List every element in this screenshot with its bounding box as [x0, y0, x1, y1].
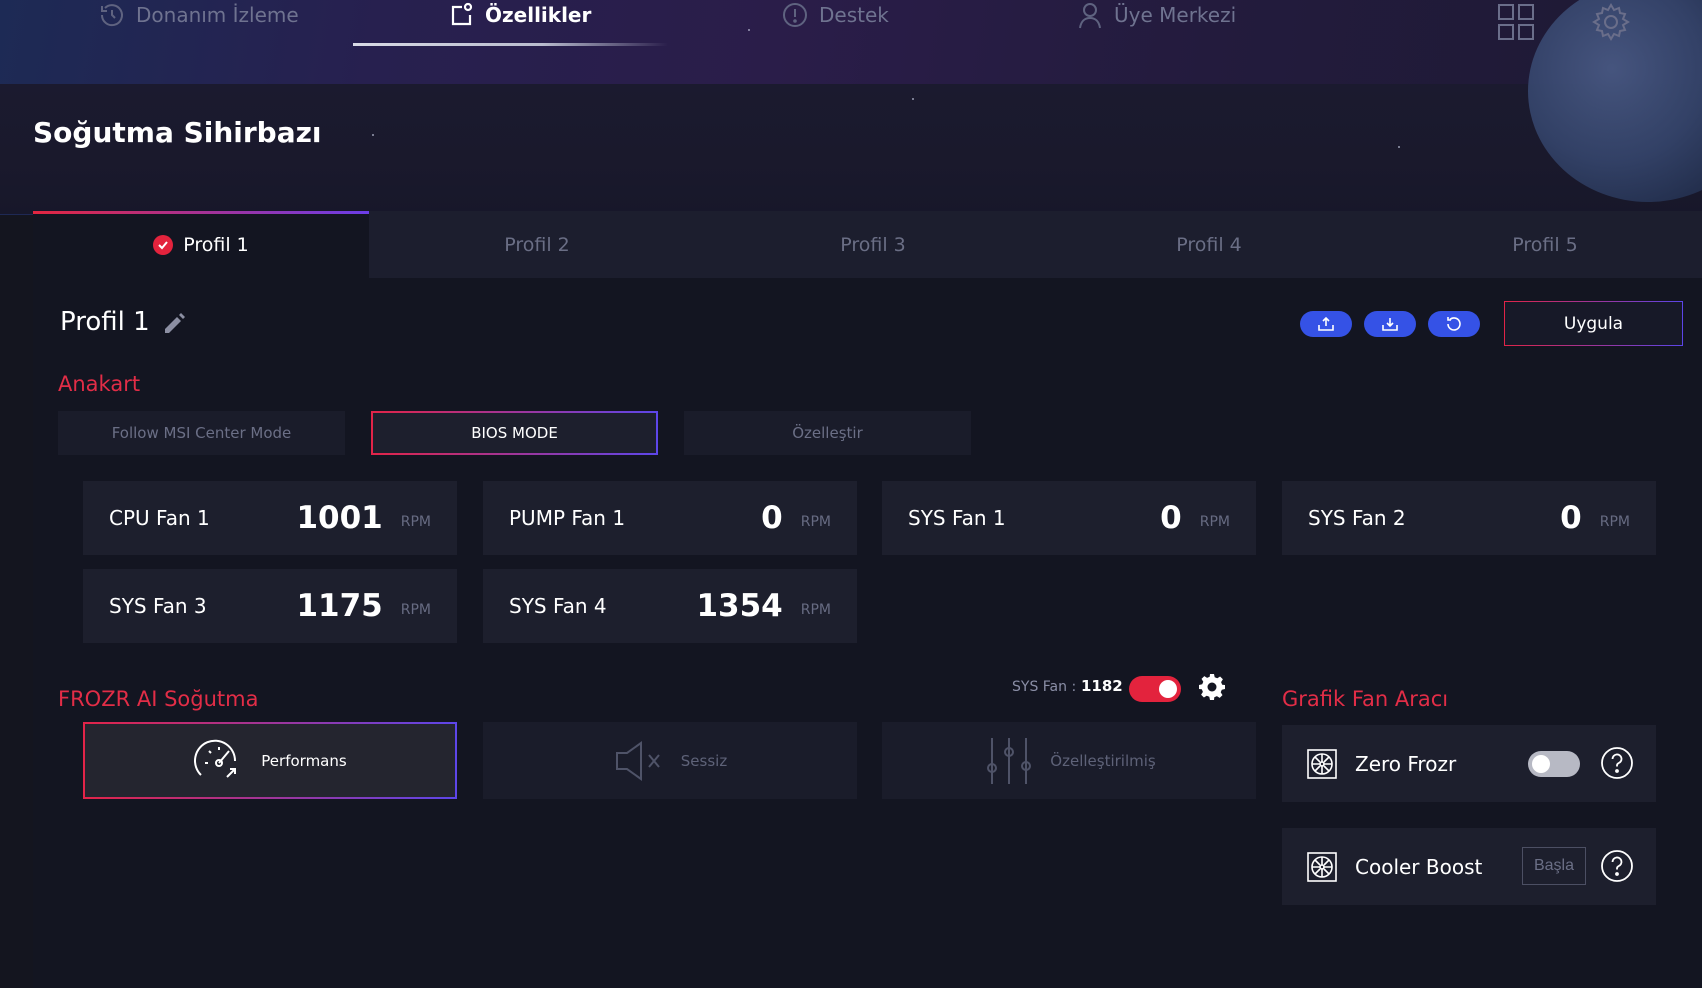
fan-name: SYS Fan 3	[109, 594, 207, 618]
tab-active-bar	[33, 211, 369, 214]
fan-rpm-value: 1175	[296, 588, 383, 624]
settings-gear-icon[interactable]	[1591, 2, 1631, 42]
fan-icon	[1307, 748, 1337, 779]
nav-member-center[interactable]: Üye Merkezi	[1076, 0, 1236, 30]
tab-profile-2[interactable]: Profil 2	[369, 211, 705, 278]
nav-support[interactable]: Destek	[781, 0, 889, 30]
nav-label: Özellikler	[485, 3, 592, 27]
download-icon	[1382, 318, 1398, 331]
fan-name: CPU Fan 1	[109, 506, 210, 530]
tab-profile-1[interactable]: Profil 1	[33, 211, 369, 278]
zero-frozr-label: Zero Frozr	[1355, 751, 1457, 776]
fan-name: SYS Fan 4	[509, 594, 607, 618]
fan-card-cpu-fan-1: CPU Fan 1 1001 RPM	[83, 481, 457, 555]
follow-msi-center-mode-button[interactable]: Follow MSI Center Mode	[58, 411, 345, 455]
profile-tabs: Profil 1 Profil 2 Profil 3 Profil 4 Prof…	[33, 211, 1702, 278]
fan-rpm-value: 1354	[696, 588, 783, 624]
nav-hardware-monitor[interactable]: Donanım İzleme	[98, 0, 299, 30]
sliders-icon	[987, 737, 1032, 784]
fan-rpm-unit: RPM	[400, 514, 431, 530]
page-title: Soğutma Sihirbazı	[33, 116, 322, 149]
sysfan-rpm-value: 1182	[1081, 677, 1123, 695]
frozr-toggle[interactable]	[1129, 676, 1181, 702]
help-icon[interactable]	[1600, 746, 1634, 780]
nav-features[interactable]: Özellikler	[447, 0, 591, 30]
motherboard-section-label: Anakart	[58, 372, 141, 396]
import-button[interactable]	[1364, 311, 1416, 337]
gear-icon[interactable]	[1198, 673, 1226, 701]
fan-card-sys-fan-2: SYS Fan 2 0 RPM	[1282, 481, 1656, 555]
tab-profile-5[interactable]: Profil 5	[1377, 211, 1702, 278]
bios-mode-button[interactable]: BIOS MODE	[371, 411, 658, 455]
mute-speaker-icon	[615, 740, 660, 781]
customized-mode-button[interactable]: Özelleştirilmiş	[882, 722, 1256, 799]
support-icon	[783, 3, 807, 27]
profile-name: Profil 1	[60, 307, 150, 337]
fan-name: SYS Fan 1	[908, 506, 1006, 530]
fan-rpm-unit: RPM	[800, 514, 831, 530]
nav-active-underline	[353, 43, 668, 46]
silent-mode-button[interactable]: Sessiz	[483, 722, 857, 799]
tab-label: Profil 5	[1512, 233, 1578, 256]
fan-icon	[1307, 851, 1337, 882]
fan-card-sys-fan-3: SYS Fan 3 1175 RPM	[83, 569, 457, 643]
mode-label: Performans	[261, 751, 347, 770]
nav-label: Donanım İzleme	[136, 3, 299, 27]
fan-name: PUMP Fan 1	[509, 506, 626, 530]
speedometer-icon	[194, 739, 237, 778]
performance-mode-button[interactable]: Performans	[83, 722, 457, 799]
apply-button[interactable]: Uygula	[1504, 301, 1683, 346]
star-decoration	[912, 98, 914, 100]
fan-rpm-value: 1001	[296, 500, 383, 536]
fan-rpm-value: 0	[761, 500, 783, 536]
nav-label: Üye Merkezi	[1114, 3, 1237, 27]
member-icon	[1079, 3, 1101, 29]
grid-apps-icon[interactable]	[1496, 2, 1536, 42]
fan-card-pump-fan-1: PUMP Fan 1 0 RPM	[483, 481, 857, 555]
tab-profile-4[interactable]: Profil 4	[1041, 211, 1377, 278]
fan-rpm-unit: RPM	[1599, 514, 1630, 530]
top-navigation: Donanım İzleme Özellikler Destek Üye Mer…	[0, 0, 1702, 50]
tab-label: Profil 2	[504, 233, 570, 256]
cooler-boost-label: Cooler Boost	[1355, 854, 1483, 879]
fan-card-sys-fan-1: SYS Fan 1 0 RPM	[882, 481, 1256, 555]
fan-rpm-value: 0	[1560, 500, 1582, 536]
fan-rpm-unit: RPM	[400, 602, 431, 618]
star-decoration	[1398, 146, 1400, 148]
fan-rpm-unit: RPM	[1199, 514, 1230, 530]
star-decoration	[372, 134, 374, 136]
toggle-knob	[1532, 755, 1550, 773]
sysfan-label: SYS Fan :	[1012, 679, 1077, 695]
mode-label: Sessiz	[680, 751, 728, 770]
check-icon	[153, 234, 174, 255]
pencil-icon[interactable]	[160, 310, 188, 338]
fan-rpm-unit: RPM	[800, 602, 831, 618]
reset-button[interactable]	[1428, 311, 1480, 337]
hardware-monitor-icon	[100, 4, 123, 27]
upload-icon	[1318, 316, 1334, 331]
mode-label: Özelleştirilmiş	[1050, 751, 1156, 770]
fan-name: SYS Fan 2	[1308, 506, 1406, 530]
zero-frozr-toggle[interactable]	[1528, 751, 1580, 777]
frozr-section-label: FROZR AI Soğutma	[58, 687, 259, 711]
export-button[interactable]	[1300, 311, 1352, 337]
tab-label: Profil 4	[1176, 233, 1242, 256]
tab-label: Profil 3	[840, 233, 906, 256]
cooler-boost-start-button[interactable]: Başla	[1522, 847, 1586, 885]
refresh-icon	[1447, 317, 1461, 331]
help-icon[interactable]	[1600, 849, 1634, 883]
nav-label: Destek	[819, 3, 889, 27]
header-background-fade	[0, 84, 1702, 214]
features-icon	[451, 2, 473, 26]
customize-mode-button[interactable]: Özelleştir	[684, 411, 971, 455]
tab-label: Profil 1	[183, 233, 249, 256]
tab-profile-3[interactable]: Profil 3	[705, 211, 1041, 278]
graphics-fan-section-label: Grafik Fan Aracı	[1282, 687, 1449, 711]
toggle-knob	[1159, 680, 1177, 698]
fan-rpm-value: 0	[1160, 500, 1182, 536]
fan-card-sys-fan-4: SYS Fan 4 1354 RPM	[483, 569, 857, 643]
left-strip	[0, 215, 33, 988]
